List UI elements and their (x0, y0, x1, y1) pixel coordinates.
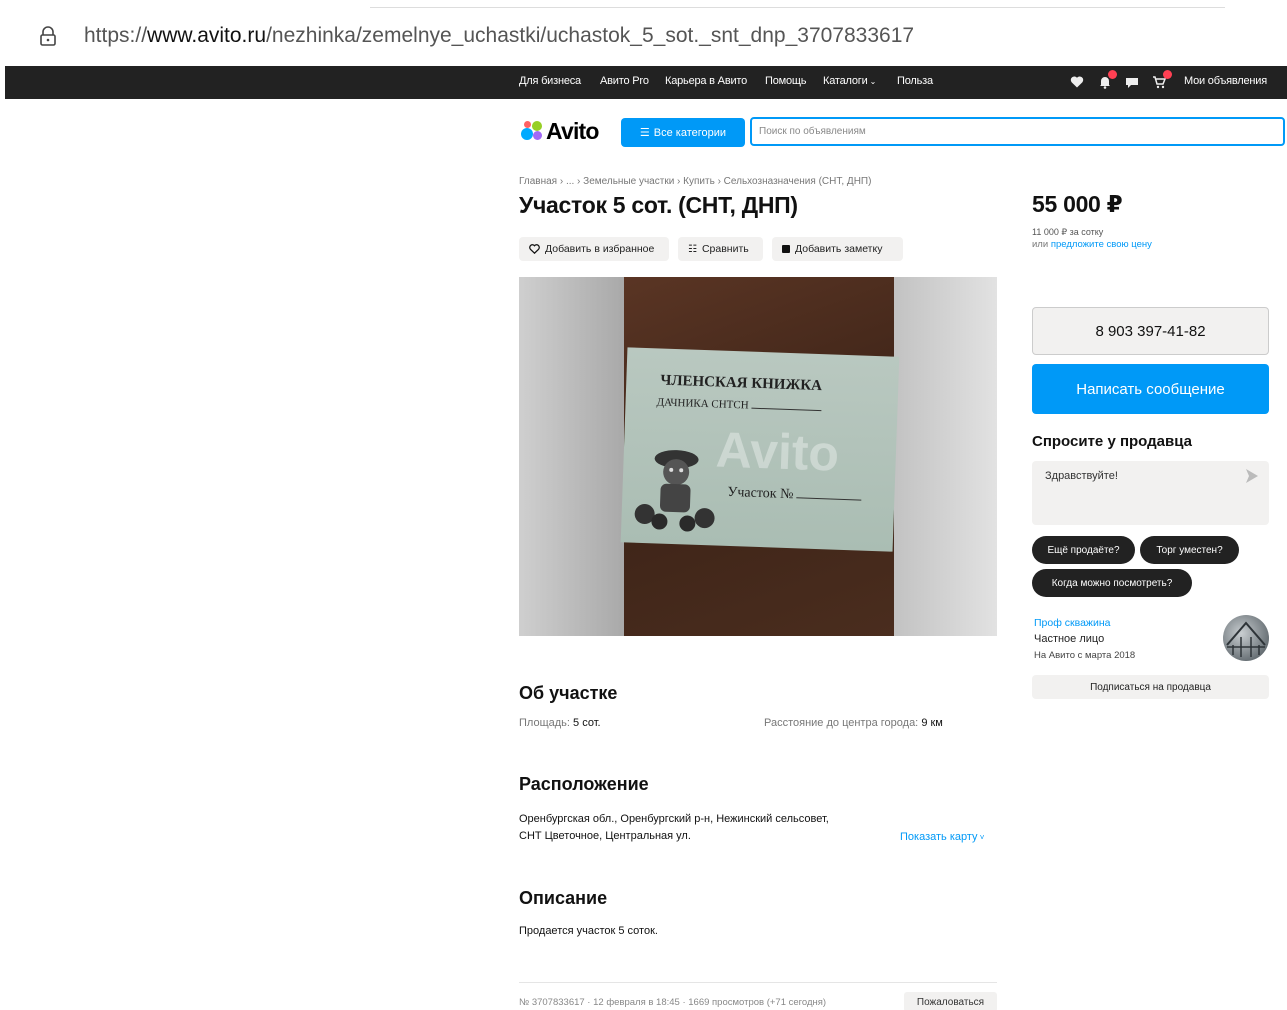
compare-label: Сравнить (701, 243, 749, 255)
address-line-1: Оренбургская обл., Оренбургский р-н, Неж… (519, 813, 829, 825)
note-label: Добавить заметку (795, 243, 883, 255)
avatar-image (1226, 621, 1266, 657)
all-categories-button[interactable]: ☰ Все категории (621, 118, 745, 147)
gallery-blur-right (893, 277, 997, 636)
description-title: Описание (519, 888, 608, 908)
nav-link-business[interactable]: Для бизнеса (519, 75, 581, 87)
tab-strip-edge (370, 0, 1225, 8)
note-icon (782, 245, 790, 253)
menu-search-icon: ☰ (639, 127, 650, 139)
lock-icon[interactable] (39, 26, 57, 46)
offer-price: или предложите свою цену (1032, 239, 1152, 250)
show-map-link[interactable]: Показать карту ˅ (900, 831, 984, 843)
photo-gallery[interactable]: ЧЛЕНСКАЯ КНИЖКА ДАЧНИКА СНТСН Avito Учас… (519, 277, 997, 636)
heart-icon[interactable] (1070, 75, 1084, 89)
address-line-2: СНТ Цветочное, Центральная ул. (519, 830, 691, 842)
cart-badge (1163, 70, 1172, 79)
location-title: Расположение (519, 774, 649, 794)
seller-avatar[interactable] (1223, 615, 1269, 661)
membership-book: ЧЛЕНСКАЯ КНИЖКА ДАЧНИКА СНТСН Avito Учас… (620, 347, 900, 552)
add-note-button[interactable]: Добавить заметку (772, 237, 903, 261)
listing-meta: № 3707833617 · 12 февраля в 18:45 · 1669… (519, 997, 827, 1008)
price-per-sotka: 11 000 ₽ за сотку (1032, 227, 1104, 237)
search-placeholder: Поиск по объявлениям (759, 126, 866, 137)
breadcrumb[interactable]: Главная › ... › Земельные участки › Купи… (519, 176, 871, 187)
quick-question-chip[interactable]: Торг уместен? (1140, 536, 1239, 564)
area-param: Площадь: 5 сот. (519, 717, 601, 729)
url-text[interactable]: https://www.avito.ru/nezhinka/zemelnye_u… (84, 24, 914, 48)
send-icon[interactable] (1246, 469, 1258, 483)
phone-button[interactable]: 8 903 397-41-82 (1032, 307, 1269, 355)
quick-question-chip[interactable]: Когда можно посмотреть? (1032, 569, 1192, 597)
distance-param: Расстояние до центра города: 9 км (764, 717, 943, 729)
price: 55 000 ₽ (1032, 191, 1123, 217)
address: Оренбургская обл., Оренбургский р-н, Неж… (519, 811, 899, 845)
chat-icon[interactable] (1125, 75, 1139, 89)
ask-seller-title: Спросите у продавца (1032, 433, 1192, 450)
photo-watermark: Avito (714, 421, 841, 482)
browser-address-bar[interactable]: https://www.avito.ru/nezhinka/zemelnye_u… (0, 0, 1287, 66)
nav-link-help[interactable]: Помощь (765, 75, 806, 87)
description-text: Продается участок 5 соток. (519, 925, 658, 937)
nav-link-polza[interactable]: Польза (897, 75, 933, 87)
avito-logo-icon (519, 119, 545, 143)
favorite-label: Добавить в избранное (545, 243, 655, 255)
nav-link-avito-pro[interactable]: Авито Pro (600, 75, 649, 87)
heart-outline-icon (529, 244, 540, 254)
seller-type: Частное лицо (1034, 633, 1105, 645)
top-navigation: Для бизнеса Авито Pro Карьера в Авито По… (5, 66, 1287, 99)
compare-button[interactable]: ☷ Сравнить (678, 237, 763, 261)
gardener-illustration (634, 450, 715, 532)
subscribe-button[interactable]: Подписаться на продавца (1032, 675, 1269, 699)
compare-icon: ☷ (688, 243, 697, 255)
ask-seller-input[interactable]: Здравствуйте! (1032, 461, 1269, 525)
book-subtitle: ДАЧНИКА СНТСН (656, 396, 822, 414)
nav-link-career[interactable]: Карьера в Авито (665, 75, 747, 87)
seller-since: На Авито с марта 2018 (1034, 650, 1136, 661)
plot-number-line: Участок № (727, 485, 862, 506)
quick-question-chip[interactable]: Ещё продаёте? (1032, 536, 1135, 564)
search-input[interactable]: Поиск по объявлениям (750, 117, 1285, 146)
ask-seller-text: Здравствуйте! (1045, 470, 1118, 482)
seller-name-link[interactable]: Проф скважина (1034, 617, 1110, 629)
write-message-button[interactable]: Написать сообщение (1032, 364, 1269, 414)
logo-text: Avito (546, 117, 599, 144)
notification-badge (1108, 70, 1117, 79)
book-title: ЧЛЕНСКАЯ КНИЖКА (660, 372, 823, 395)
listing-photo[interactable]: ЧЛЕНСКАЯ КНИЖКА ДАЧНИКА СНТСН Avito Учас… (620, 277, 900, 636)
divider (519, 982, 997, 983)
page-title: Участок 5 сот. (СНТ, ДНП) (519, 192, 798, 218)
chevron-down-icon: ˅ (977, 833, 985, 842)
chevron-down-icon: ⌄ (867, 77, 877, 86)
gallery-blur-left (519, 277, 624, 636)
about-title: Об участке (519, 683, 618, 703)
report-button[interactable]: Пожаловаться (904, 992, 997, 1010)
all-categories-label: Все категории (653, 126, 727, 139)
nav-link-catalogs[interactable]: Каталоги ⌄ (823, 75, 876, 87)
offer-price-link[interactable]: предложите свою цену (1051, 239, 1152, 250)
my-ads-link[interactable]: Мои объявления (1184, 75, 1267, 87)
add-to-favorites-button[interactable]: Добавить в избранное (519, 237, 669, 261)
avito-logo[interactable]: Avito (519, 117, 599, 145)
